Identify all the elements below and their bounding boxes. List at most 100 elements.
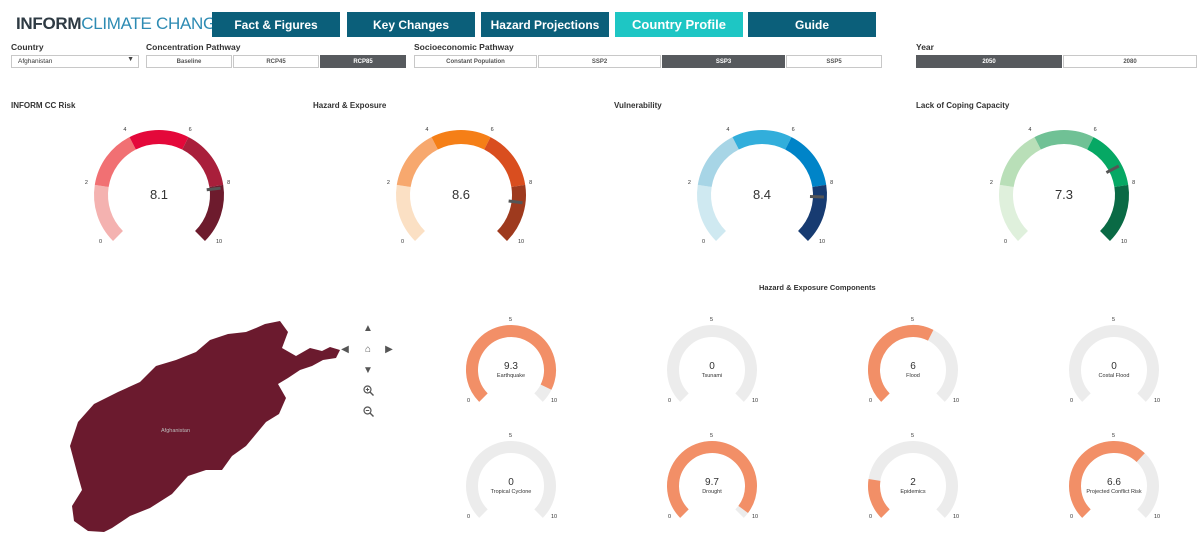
component-tick-mid: 5 [1112, 317, 1116, 323]
country-dropdown[interactable]: Afghanistan ▼ [11, 55, 139, 68]
component-name: Tropical Cyclone [490, 489, 532, 495]
zoom-out-icon[interactable] [361, 406, 375, 420]
concentration-baseline-button[interactable]: Baseline [146, 55, 232, 68]
components-title: Hazard & Exposure Components [759, 283, 876, 292]
gauge-value: 8.6 [451, 187, 471, 202]
zoom-in-icon[interactable] [361, 385, 375, 399]
component-name: Flood [906, 373, 920, 379]
component-tick-max: 10 [752, 398, 759, 404]
gauge-segment [697, 184, 727, 241]
tab-key-changes[interactable]: Key Changes [347, 12, 475, 37]
component-value: 0 [508, 477, 514, 488]
socio-ssp2-button[interactable]: SSP2 [538, 55, 661, 68]
gauge-tick-label: 4 [1028, 126, 1032, 133]
gauge-tick-label: 4 [425, 126, 429, 133]
logo-inform: INFORM [16, 14, 82, 33]
component-tick-min: 0 [668, 398, 672, 404]
component-name: Drought [702, 489, 722, 495]
component-tick-max: 10 [551, 398, 558, 404]
gauge-segment [1034, 130, 1094, 150]
year-2050-button[interactable]: 2050 [916, 55, 1062, 68]
socio-ssp5-button[interactable]: SSP5 [786, 55, 882, 68]
gauge-tick-label: 10 [216, 239, 223, 245]
component-value: 9.7 [705, 477, 719, 488]
component-tick-min: 0 [668, 514, 672, 520]
component-tick-max: 10 [953, 514, 960, 520]
component-tick-max: 10 [1154, 514, 1161, 520]
gauge-value: 8.4 [752, 187, 772, 202]
app-logo: INFORMCLIMATE CHANGE [16, 14, 227, 34]
component-value: 2 [910, 477, 916, 488]
tab-hazard-projections[interactable]: Hazard Projections [481, 12, 609, 37]
gauge-segment [94, 137, 137, 188]
pan-down-icon[interactable]: ▼ [361, 365, 375, 376]
gauge-tick-label: 8 [830, 179, 834, 186]
year-2080-button[interactable]: 2080 [1063, 55, 1197, 68]
gauge-tick-label: 10 [518, 239, 525, 245]
gauge-segment [797, 184, 827, 241]
gauge-tick-label: 6 [188, 126, 192, 133]
component-name: Projected Conflict Risk [1086, 489, 1142, 495]
gauge-tick-label: 4 [123, 126, 127, 133]
gauge-title-hazard-exposure: Hazard & Exposure [313, 101, 387, 110]
gauge-segment [396, 184, 426, 241]
concentration-rcp85-button[interactable]: RCP85 [320, 55, 406, 68]
concentration-rcp45-button[interactable]: RCP45 [233, 55, 319, 68]
gauge-tick-label: 6 [1093, 126, 1097, 133]
gauge-value: 8.1 [149, 187, 169, 202]
gauge-segment [483, 137, 526, 188]
component-tick-mid: 5 [1112, 433, 1116, 439]
component-value: 0 [709, 361, 715, 372]
component-tick-mid: 5 [509, 433, 513, 439]
gauge-segment [999, 184, 1029, 241]
pan-right-icon[interactable]: ▶ [382, 344, 396, 355]
gauge-needle [508, 199, 523, 205]
tab-fact-figures[interactable]: Fact & Figures [212, 12, 340, 37]
gauge-tick-label: 10 [1121, 239, 1128, 245]
component-tick-mid: 5 [509, 317, 513, 323]
gauge-tick-label: 2 [84, 179, 88, 186]
home-icon[interactable]: ⌂ [361, 344, 375, 355]
socio-ssp3-button[interactable]: SSP3 [662, 55, 785, 68]
component-tick-mid: 5 [710, 317, 714, 323]
gauge-segment [181, 137, 224, 188]
component-value: 0 [1111, 361, 1117, 372]
tab-guide[interactable]: Guide [748, 12, 876, 37]
gauge-segment [697, 137, 740, 188]
component-name: Epidemics [900, 489, 926, 495]
gauge-segment [194, 184, 224, 241]
gauge-segment [94, 184, 124, 241]
component-tick-min: 0 [869, 514, 873, 520]
afghanistan-shape[interactable] [70, 321, 340, 532]
component-value: 9.3 [504, 361, 518, 372]
gauge-title-vulnerability: Vulnerability [614, 101, 662, 110]
component-tick-min: 0 [1070, 514, 1074, 520]
gauge-segment [999, 137, 1042, 188]
component-tick-max: 10 [953, 398, 960, 404]
component-tick-max: 10 [551, 514, 558, 520]
chevron-down-icon: ▼ [127, 56, 134, 63]
gauge-segment [129, 130, 189, 150]
pan-up-icon[interactable]: ▲ [361, 323, 375, 334]
concentration-pathway-label: Concentration Pathway [146, 42, 241, 52]
component-value: 6.6 [1107, 477, 1121, 488]
component-tick-min: 0 [467, 514, 471, 520]
gauge-tick-label: 8 [529, 179, 533, 186]
pan-left-icon[interactable]: ◀ [338, 344, 352, 355]
component-tick-mid: 5 [911, 317, 915, 323]
gauge-segment [1086, 137, 1129, 188]
component-value: 6 [910, 361, 916, 372]
component-name: Earthquake [496, 373, 526, 379]
country-label: Country [11, 42, 44, 52]
component-tick-max: 10 [1154, 398, 1161, 404]
tab-country-profile[interactable]: Country Profile [615, 12, 743, 37]
gauge-title-inform-cc-risk: INFORM CC Risk [11, 101, 76, 110]
component-name: Tsunami [701, 373, 723, 379]
country-map[interactable] [60, 318, 350, 533]
country-value: Afghanistan [18, 58, 53, 65]
socio-constant-population-button[interactable]: Constant Population [414, 55, 537, 68]
component-tick-max: 10 [752, 514, 759, 520]
gauge-segment [732, 130, 792, 150]
gauge-tick-label: 0 [702, 239, 706, 245]
logo-climate-change: CLIMATE CHANGE [81, 14, 227, 33]
